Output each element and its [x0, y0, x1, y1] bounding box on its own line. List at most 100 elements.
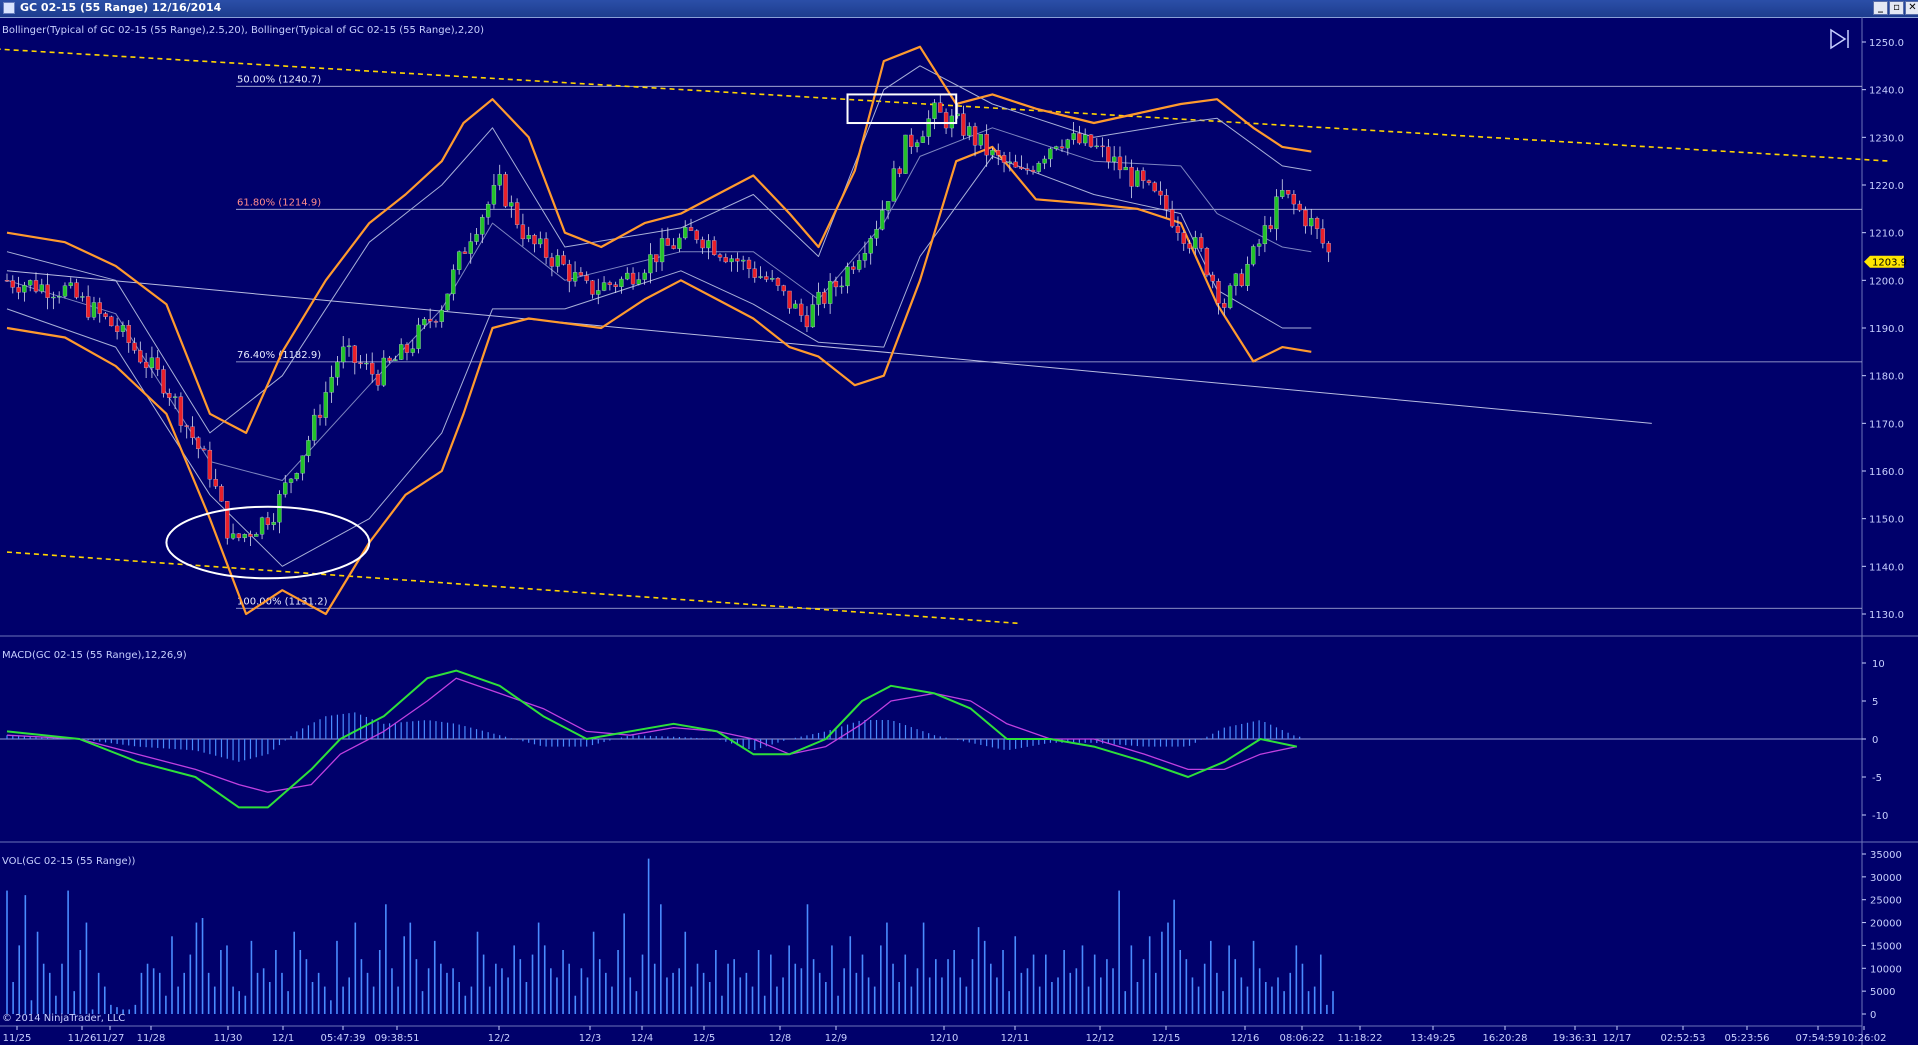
down-candle — [1314, 218, 1320, 229]
down-candle — [265, 517, 271, 525]
up-candle — [1123, 166, 1128, 171]
down-candle — [671, 245, 676, 249]
up-candle — [271, 521, 276, 525]
time-tick-label: 13:49:25 — [1411, 1033, 1456, 1044]
close-button[interactable]: ✕ — [1905, 1, 1918, 15]
window-title: GC 02-15 (55 Range) 12/16/2014 — [20, 1, 222, 14]
up-candle — [22, 285, 27, 293]
down-candle — [1158, 190, 1163, 196]
up-candle — [120, 325, 126, 332]
down-candle — [370, 362, 375, 375]
up-candle — [1227, 285, 1233, 308]
down-candle — [1025, 168, 1030, 171]
down-candle — [943, 112, 949, 129]
down-candle — [358, 362, 363, 365]
up-candle — [932, 102, 937, 119]
price-tick-label: 1170.0 — [1869, 419, 1904, 430]
up-candle — [416, 324, 421, 349]
time-tick-label: 12/16 — [1231, 1033, 1260, 1044]
time-tick-label: 11/30 — [214, 1033, 243, 1044]
down-candle — [799, 303, 804, 316]
down-candle — [236, 533, 242, 539]
up-candle — [572, 272, 578, 282]
up-candle — [1042, 158, 1047, 164]
down-candle — [897, 168, 902, 174]
dashed-trendline — [0, 48, 1891, 162]
up-candle — [1083, 134, 1088, 144]
down-candle — [1291, 194, 1297, 205]
time-tick-label: 11/25 — [3, 1033, 32, 1044]
up-candle — [399, 344, 404, 360]
title-bar: GC 02-15 (55 Range) 12/16/2014 _ ▫ ✕ — [0, 0, 1918, 18]
price-tick-label: 1150.0 — [1869, 515, 1904, 526]
up-candle — [885, 201, 891, 211]
down-candle — [132, 342, 137, 351]
down-candle — [1320, 228, 1326, 244]
time-tick-label: 07:54:59 — [1796, 1033, 1841, 1044]
down-candle — [590, 280, 595, 295]
down-candle — [33, 280, 39, 292]
price-tick-label: 1160.0 — [1869, 467, 1904, 478]
macd-tick-label: -10 — [1872, 811, 1888, 822]
up-candle — [683, 227, 688, 239]
up-candle — [62, 285, 68, 297]
current-price-tag: 1203.9 — [1864, 255, 1907, 269]
down-candle — [665, 238, 670, 246]
up-candle — [323, 392, 328, 418]
down-candle — [1141, 170, 1146, 181]
up-candle — [1071, 133, 1076, 140]
up-candle — [845, 266, 850, 287]
app-icon — [3, 2, 15, 14]
up-candle — [891, 168, 897, 202]
down-candle — [196, 437, 201, 450]
macd-tick-label: 0 — [1872, 735, 1878, 746]
volume-tick-label: 20000 — [1870, 919, 1902, 930]
down-candle — [184, 425, 189, 427]
up-candle — [816, 291, 821, 305]
up-candle — [410, 348, 415, 353]
minimize-button[interactable]: _ — [1873, 1, 1888, 15]
down-candle — [86, 296, 91, 318]
scroll-to-end-icon[interactable] — [1830, 28, 1849, 50]
up-candle — [1256, 243, 1262, 247]
down-candle — [4, 280, 10, 282]
down-candle — [126, 325, 131, 343]
maximize-button[interactable]: ▫ — [1889, 1, 1904, 15]
up-candle — [91, 302, 97, 318]
down-candle — [219, 486, 224, 502]
down-candle — [584, 275, 589, 281]
up-candle — [1112, 156, 1117, 162]
down-candle — [520, 224, 526, 240]
down-candle — [804, 315, 810, 328]
down-candle — [248, 534, 253, 537]
down-candle — [1059, 146, 1065, 149]
time-tick-label: 16:20:28 — [1483, 1033, 1528, 1044]
down-candle — [1117, 156, 1123, 171]
macd-tick-label: -5 — [1872, 773, 1882, 784]
down-candle — [1013, 161, 1018, 168]
time-tick-label: 12/12 — [1086, 1033, 1115, 1044]
chart-area[interactable]: 1130.0 1140.0 1150.0 1160.0 1170.0 1180.0 1190… — [0, 17, 1918, 1045]
up-candle — [80, 296, 85, 298]
bollinger-inner-upper — [6, 65, 1312, 434]
down-candle — [503, 174, 508, 207]
up-candle — [68, 282, 73, 286]
up-candle — [1309, 218, 1314, 227]
down-candle — [822, 291, 827, 304]
price-tick-label: 1180.0 — [1869, 372, 1904, 383]
down-candle — [462, 251, 468, 254]
up-candle — [149, 357, 155, 368]
down-candle — [1303, 209, 1308, 227]
down-candle — [74, 282, 79, 298]
up-candle — [277, 494, 282, 523]
volume-tick-label: 30000 — [1870, 873, 1902, 884]
down-candle — [1152, 182, 1157, 192]
up-candle — [456, 251, 462, 270]
macd-tick-label: 10 — [1872, 659, 1885, 670]
down-candle — [1088, 134, 1094, 147]
up-candle — [39, 284, 44, 292]
up-candle — [741, 259, 746, 262]
down-candle — [630, 272, 636, 285]
down-candle — [178, 396, 184, 426]
fib-label: 100.00% (1131.2) — [237, 596, 328, 607]
